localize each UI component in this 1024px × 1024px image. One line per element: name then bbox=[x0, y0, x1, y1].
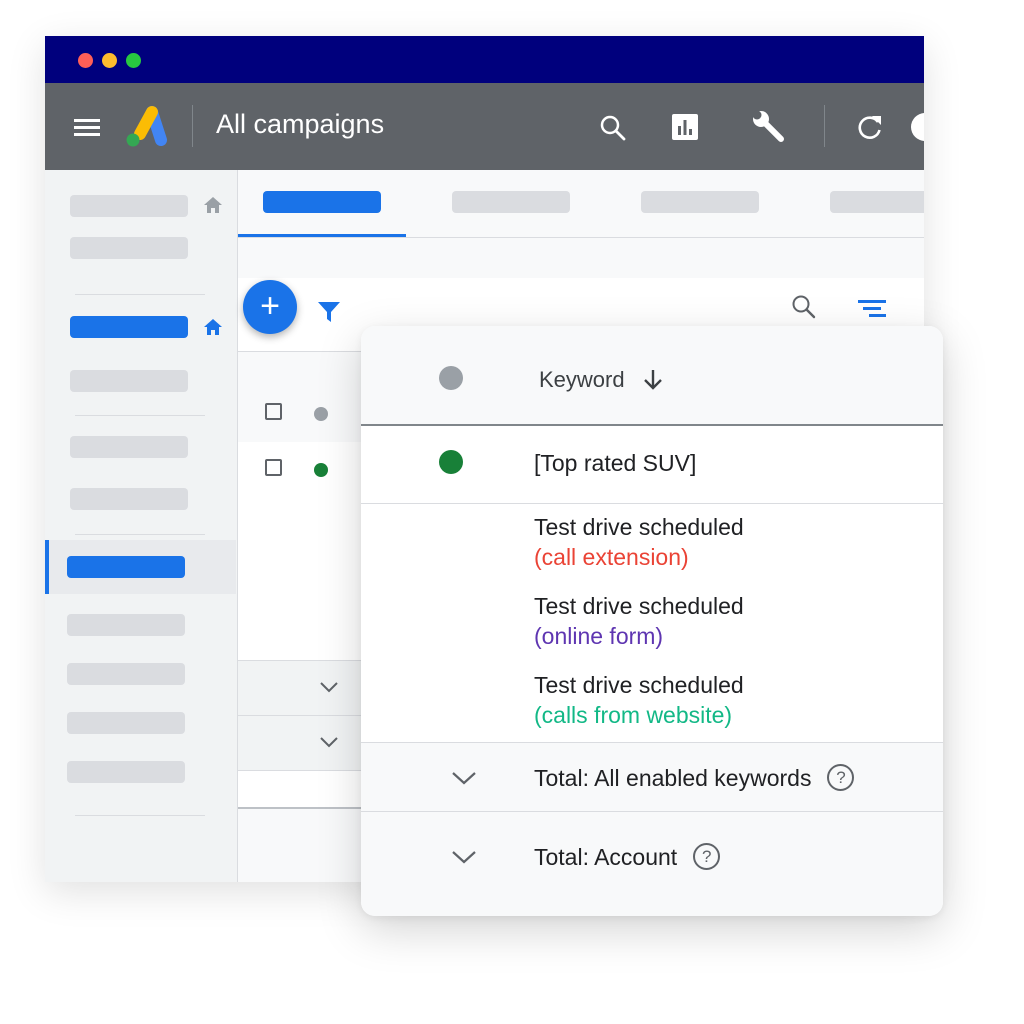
filter-icon[interactable] bbox=[318, 301, 340, 328]
select-all-checkbox[interactable] bbox=[265, 403, 282, 420]
columns-icon[interactable] bbox=[858, 298, 886, 323]
sidebar-item[interactable] bbox=[70, 370, 188, 392]
toolbar-divider bbox=[192, 105, 193, 147]
conversion-action: Test drive scheduled bbox=[534, 672, 744, 698]
status-dot bbox=[314, 463, 328, 477]
sidebar-item[interactable] bbox=[67, 712, 185, 734]
enabled-status-dot bbox=[439, 450, 463, 474]
conversions-list: Test drive scheduled (call extension) Te… bbox=[361, 504, 943, 743]
chevron-down-icon[interactable] bbox=[451, 850, 477, 869]
sidebar-item[interactable] bbox=[70, 488, 188, 510]
tab-active-indicator bbox=[238, 234, 406, 237]
total-label: Total: Account? bbox=[534, 843, 721, 872]
account-icon[interactable] bbox=[911, 113, 924, 141]
app-toolbar: All campaigns bbox=[45, 83, 924, 170]
close-window-button[interactable] bbox=[78, 53, 93, 68]
status-dot bbox=[314, 407, 328, 421]
sidebar-nav bbox=[45, 170, 238, 882]
sidebar-divider bbox=[75, 534, 205, 535]
tools-icon[interactable] bbox=[751, 110, 785, 144]
conversion-action: Test drive scheduled bbox=[534, 593, 744, 619]
home-icon bbox=[204, 197, 222, 218]
keyword-column-header[interactable]: Keyword bbox=[539, 367, 625, 393]
search-icon[interactable] bbox=[598, 113, 628, 143]
toolbar-divider bbox=[824, 105, 825, 147]
sidebar-item[interactable] bbox=[67, 614, 185, 636]
tab[interactable] bbox=[452, 191, 570, 213]
total-account-row[interactable]: Total: Account? bbox=[361, 812, 943, 916]
total-label-text: Total: Account bbox=[534, 844, 678, 870]
sidebar-item[interactable] bbox=[70, 195, 188, 217]
tab-bar bbox=[238, 170, 924, 238]
help-icon[interactable]: ? bbox=[827, 764, 855, 792]
conversion-source: (calls from website) bbox=[534, 702, 733, 728]
menu-icon[interactable] bbox=[73, 113, 101, 141]
conversion-source: (online form) bbox=[534, 623, 664, 649]
google-ads-logo bbox=[122, 104, 168, 148]
maximize-window-button[interactable] bbox=[126, 53, 141, 68]
total-label: Total: All enabled keywords? bbox=[534, 764, 855, 793]
sidebar-divider bbox=[75, 294, 205, 295]
total-label-text: Total: All enabled keywords bbox=[534, 765, 812, 791]
conversion-item: Test drive scheduled (call extension) bbox=[534, 512, 744, 572]
add-fab-button[interactable]: + bbox=[243, 280, 297, 334]
refresh-icon[interactable] bbox=[855, 112, 885, 142]
chevron-down-icon[interactable] bbox=[451, 771, 477, 790]
status-column-icon bbox=[439, 366, 463, 390]
table-search-icon[interactable] bbox=[791, 294, 817, 325]
arrow-down-icon[interactable] bbox=[643, 369, 663, 396]
conversion-item: Test drive scheduled (calls from website… bbox=[534, 670, 744, 730]
chevron-down-icon[interactable] bbox=[319, 735, 339, 753]
conversion-item: Test drive scheduled (online form) bbox=[534, 591, 744, 651]
sidebar-item-active[interactable] bbox=[45, 540, 236, 594]
sidebar-item-active-label bbox=[67, 556, 185, 578]
chevron-down-icon[interactable] bbox=[319, 680, 339, 698]
page-title: All campaigns bbox=[216, 109, 385, 139]
keyword-text[interactable]: [Top rated SUV] bbox=[534, 450, 696, 477]
sidebar-item[interactable] bbox=[67, 761, 185, 783]
minimize-window-button[interactable] bbox=[102, 53, 117, 68]
sidebar-divider bbox=[75, 415, 205, 416]
conversion-action: Test drive scheduled bbox=[534, 514, 744, 540]
home-icon bbox=[204, 319, 222, 340]
sidebar-divider bbox=[75, 815, 205, 816]
reports-icon[interactable] bbox=[671, 113, 699, 141]
row-checkbox[interactable] bbox=[265, 459, 282, 476]
card-header-row: Keyword bbox=[361, 326, 943, 426]
sidebar-item[interactable] bbox=[70, 237, 188, 259]
sidebar-item[interactable] bbox=[67, 663, 185, 685]
keyword-detail-card: Keyword [Top rated SUV] Test drive sched… bbox=[361, 326, 943, 916]
sidebar-item[interactable] bbox=[70, 436, 188, 458]
tab[interactable] bbox=[641, 191, 759, 213]
conversion-source: (call extension) bbox=[534, 544, 689, 570]
tab-active[interactable] bbox=[263, 191, 381, 213]
sidebar-item-selected[interactable] bbox=[70, 316, 188, 338]
tab[interactable] bbox=[830, 191, 924, 213]
keyword-row[interactable]: [Top rated SUV] bbox=[361, 426, 943, 504]
help-icon[interactable]: ? bbox=[693, 843, 721, 871]
window-titlebar bbox=[45, 36, 924, 83]
total-enabled-keywords-row[interactable]: Total: All enabled keywords? bbox=[361, 743, 943, 812]
